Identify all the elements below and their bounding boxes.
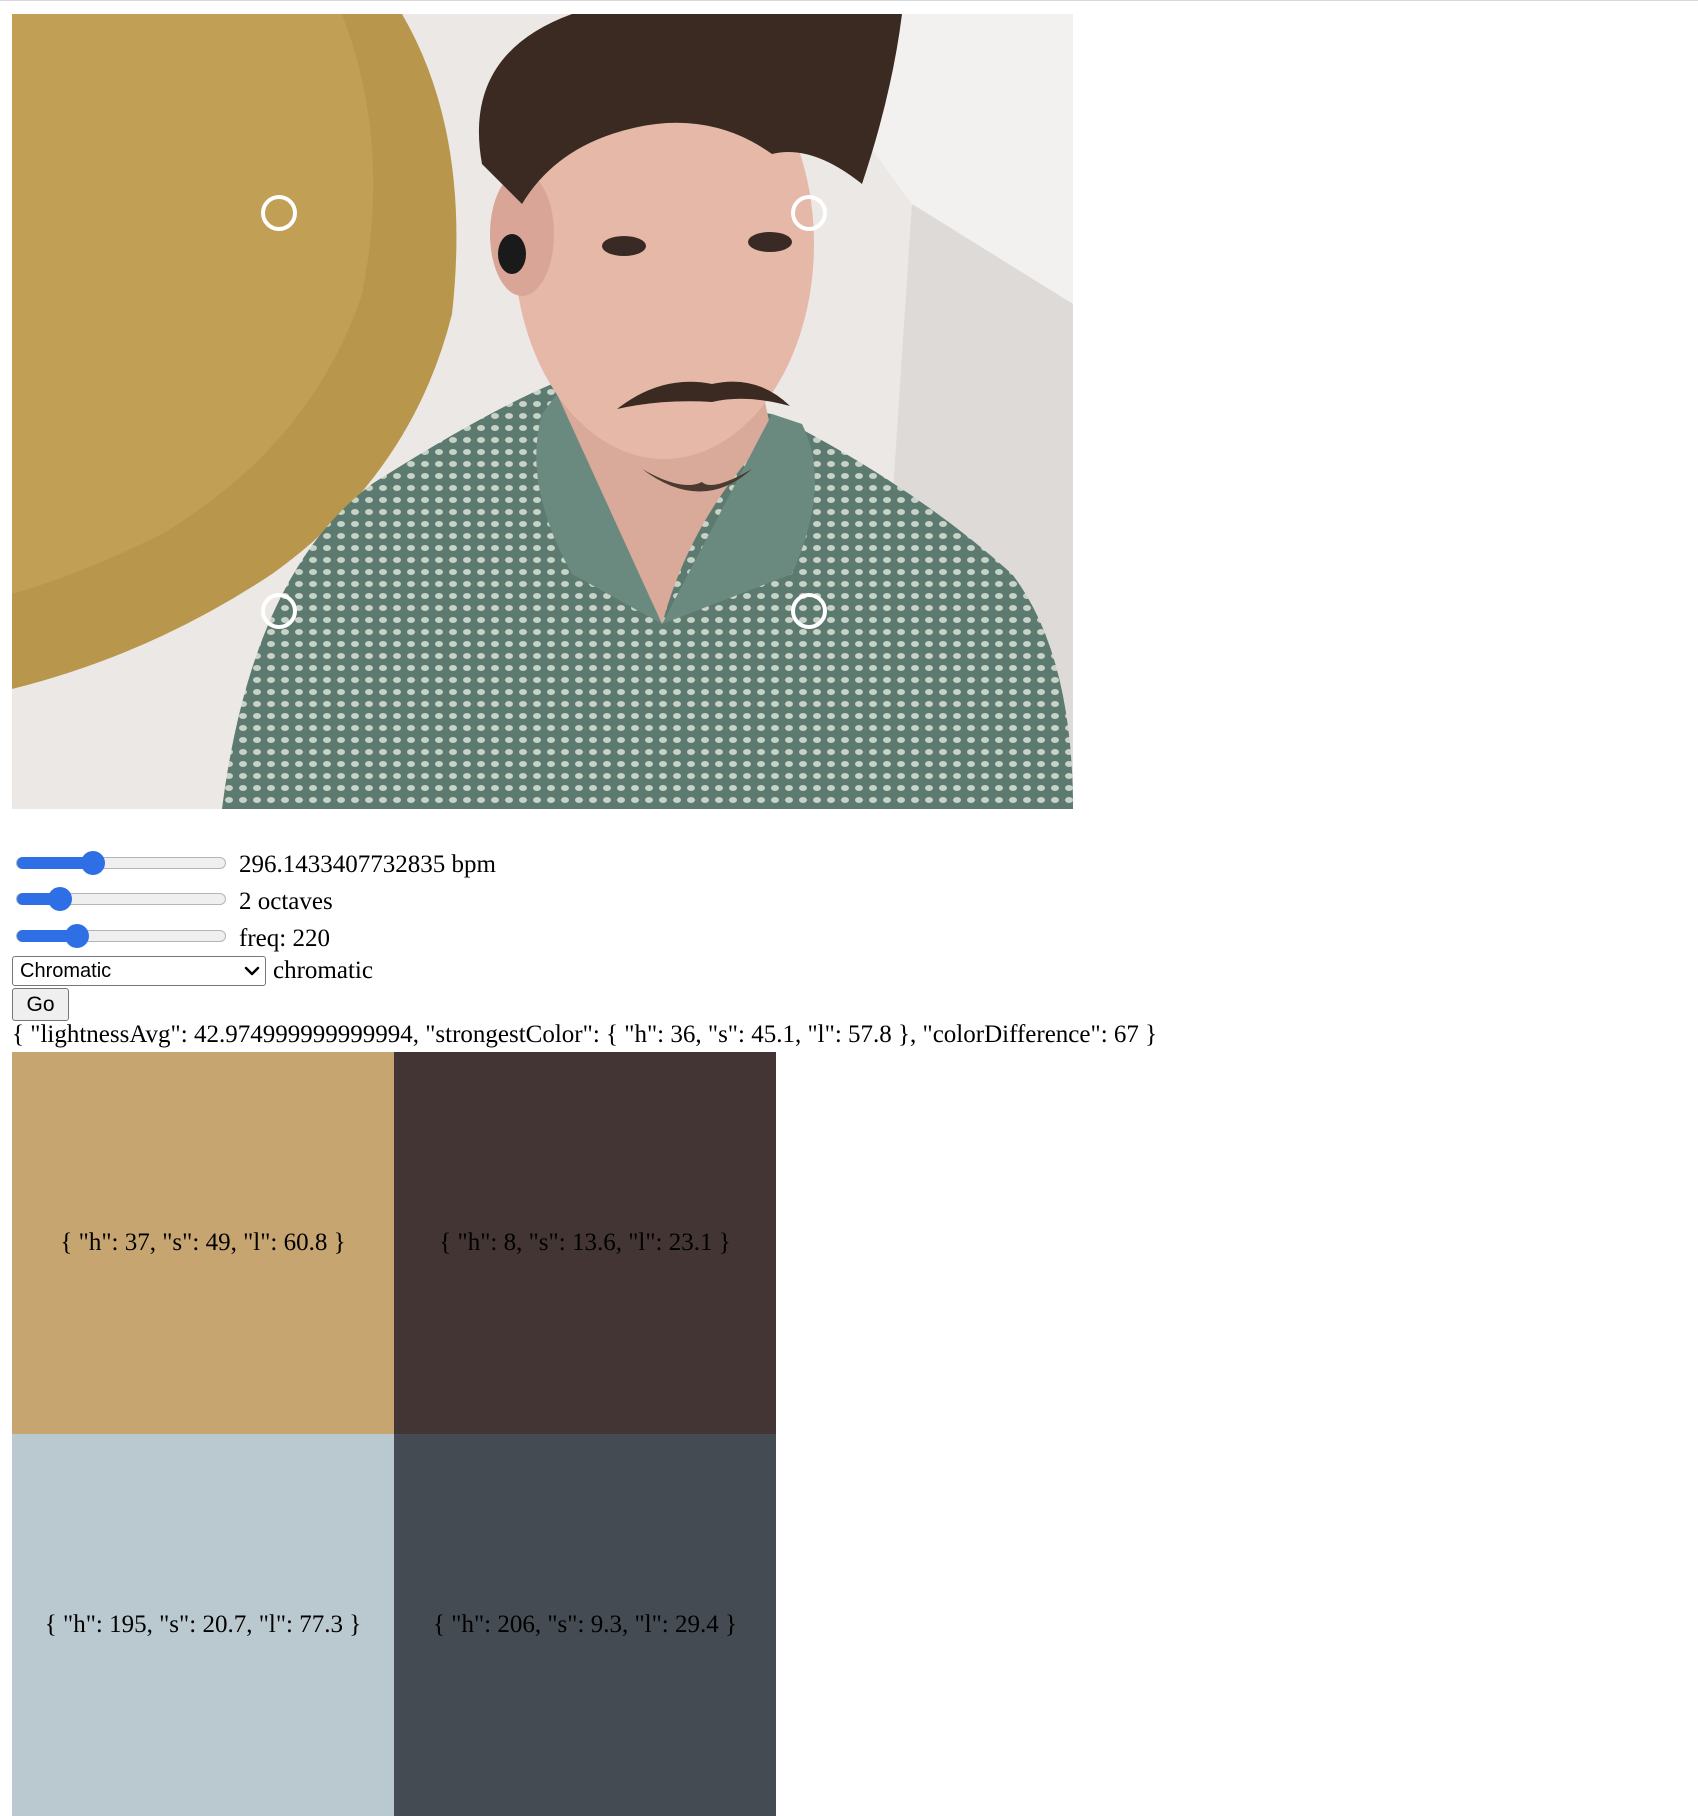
tempo-slider[interactable]	[16, 851, 226, 875]
tempo-slider-thumb[interactable]	[81, 851, 106, 875]
tempo-label: 296.1433407732835 bpm	[239, 851, 496, 878]
scale-select[interactable]: Chromatic	[12, 956, 266, 986]
sample-marker-bottom-left	[261, 593, 297, 629]
frequency-slider[interactable]	[16, 924, 226, 948]
scale-label: chromatic	[273, 957, 373, 984]
color-swatch-3: { "h": 195, "s": 20.7, "l": 77.3 }	[12, 1434, 394, 1816]
analysis-output: { "lightnessAvg": 42.974999999999994, "s…	[12, 1021, 1158, 1048]
octaves-slider-thumb[interactable]	[48, 887, 73, 911]
octaves-slider[interactable]	[16, 887, 226, 911]
swatch-label: { "h": 195, "s": 20.7, "l": 77.3 }	[44, 1611, 362, 1638]
chevron-down-icon	[244, 966, 260, 976]
tempo-slider-row	[16, 846, 226, 880]
color-swatch-1: { "h": 37, "s": 49, "l": 60.8 }	[12, 1052, 394, 1434]
scale-row: Chromatic chromatic	[12, 956, 373, 986]
swatch-label: { "h": 37, "s": 49, "l": 60.8 }	[60, 1229, 346, 1256]
swatch-label: { "h": 8, "s": 13.6, "l": 23.1 }	[439, 1229, 731, 1256]
top-border	[0, 0, 1698, 1]
octaves-slider-row	[16, 882, 226, 916]
color-swatch-2: { "h": 8, "s": 13.6, "l": 23.1 }	[394, 1052, 776, 1434]
webcam-frame-image	[12, 14, 1073, 809]
swatch-label: { "h": 206, "s": 9.3, "l": 29.4 }	[433, 1611, 737, 1638]
webcam-video	[12, 14, 1073, 809]
frequency-slider-row	[16, 919, 226, 953]
go-button[interactable]: Go	[12, 988, 69, 1021]
sample-marker-top-right	[791, 195, 827, 231]
sample-marker-bottom-right	[791, 593, 827, 629]
color-swatch-4: { "h": 206, "s": 9.3, "l": 29.4 }	[394, 1434, 776, 1816]
frequency-label: freq: 220	[239, 925, 330, 952]
scale-select-value: Chromatic	[20, 959, 112, 982]
octaves-label: 2 octaves	[239, 888, 333, 915]
frequency-slider-thumb[interactable]	[64, 924, 89, 948]
sample-marker-top-left	[261, 195, 297, 231]
